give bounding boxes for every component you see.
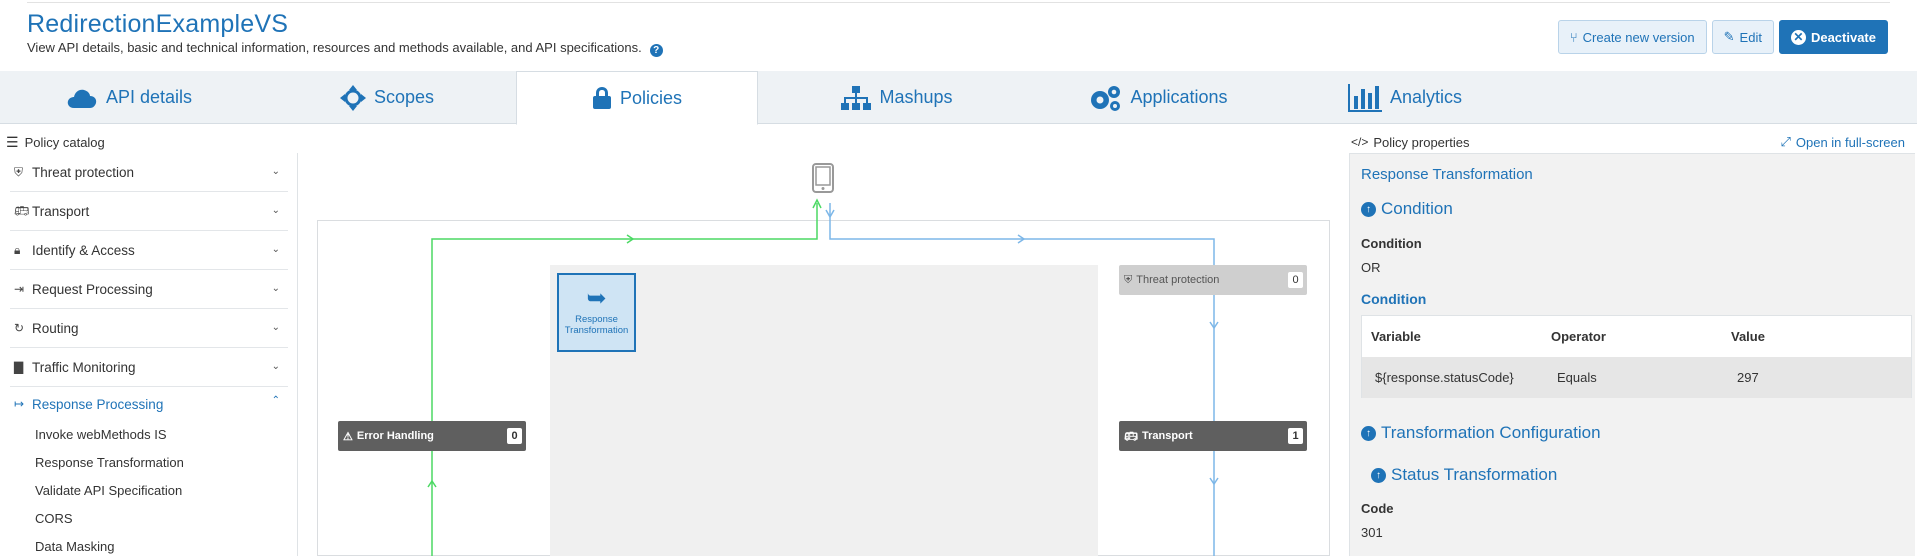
stage-threat-protection[interactable]: ⛨ Threat protection 0 xyxy=(1119,265,1307,295)
transformation-section-toggle[interactable]: ↑ Transformation Configuration xyxy=(1361,423,1601,443)
policy-card-response-transformation[interactable]: ➥ Response Transformation xyxy=(557,273,636,352)
sign-out-icon: ➥ xyxy=(586,285,607,312)
cell-value: 297 xyxy=(1737,370,1759,385)
collapse-up-icon: ↑ xyxy=(1361,425,1376,441)
bus-icon: 🚌︎ xyxy=(1124,430,1138,443)
stage-label: Error Handling xyxy=(356,430,434,442)
code-icon: </> xyxy=(1351,135,1369,149)
condition-field-value: OR xyxy=(1361,260,1381,275)
policy-properties-title: Policy properties xyxy=(1373,134,1470,150)
code-field-label: Code xyxy=(1361,501,1394,516)
stage-error-handling[interactable]: ⚠ Error Handling 0 xyxy=(338,421,526,451)
cell-operator: Equals xyxy=(1557,370,1597,385)
collapse-up-icon: ↑ xyxy=(1361,201,1376,217)
expand-icon: ⤢ xyxy=(1780,134,1791,149)
stage-count: 0 xyxy=(507,428,522,444)
stage-transport[interactable]: 🚌︎ Transport 1 xyxy=(1119,421,1307,451)
column-header-value: Value xyxy=(1731,329,1765,344)
stage-count: 1 xyxy=(1288,428,1303,444)
cell-variable: ${response.statusCode} xyxy=(1375,370,1514,385)
column-header-operator: Operator xyxy=(1551,329,1606,344)
table-row[interactable]: ${response.statusCode} Equals 297 xyxy=(1362,357,1911,398)
policy-properties-panel: Response Transformation ↑ Condition Cond… xyxy=(1349,153,1915,556)
stage-label: Transport xyxy=(1141,430,1193,442)
policy-properties-header: </> Policy properties ⤢ Open in full-scr… xyxy=(1351,131,1911,153)
section-label: Transformation Configuration xyxy=(1381,423,1601,442)
collapse-up-icon: ↑ xyxy=(1371,467,1386,483)
condition-field-label: Condition xyxy=(1361,236,1422,251)
stage-label: Threat protection xyxy=(1136,274,1220,286)
request-flow-line xyxy=(829,203,1215,556)
policy-name: Response Transformation xyxy=(1361,166,1533,183)
warning-icon: ⚠ xyxy=(343,430,353,443)
condition-section-toggle[interactable]: ↑ Condition xyxy=(1361,199,1453,219)
shield-icon: ⛨ xyxy=(1124,273,1133,286)
column-header-variable: Variable xyxy=(1371,329,1421,344)
condition-subheading: Condition xyxy=(1361,291,1427,307)
section-label: Status Transformation xyxy=(1391,465,1558,484)
open-fullscreen-label: Open in full-screen xyxy=(1795,134,1905,150)
section-label: Condition xyxy=(1381,199,1453,218)
status-section-toggle[interactable]: ↑ Status Transformation xyxy=(1371,465,1557,485)
open-fullscreen-link[interactable]: ⤢ Open in full-screen xyxy=(1780,134,1905,150)
code-field-value: 301 xyxy=(1361,525,1383,540)
policy-card-label: Response Transformation xyxy=(564,314,629,336)
response-flow-line xyxy=(431,203,818,556)
condition-table: Variable Operator Value ${response.statu… xyxy=(1361,315,1912,398)
stage-count: 0 xyxy=(1288,272,1303,288)
